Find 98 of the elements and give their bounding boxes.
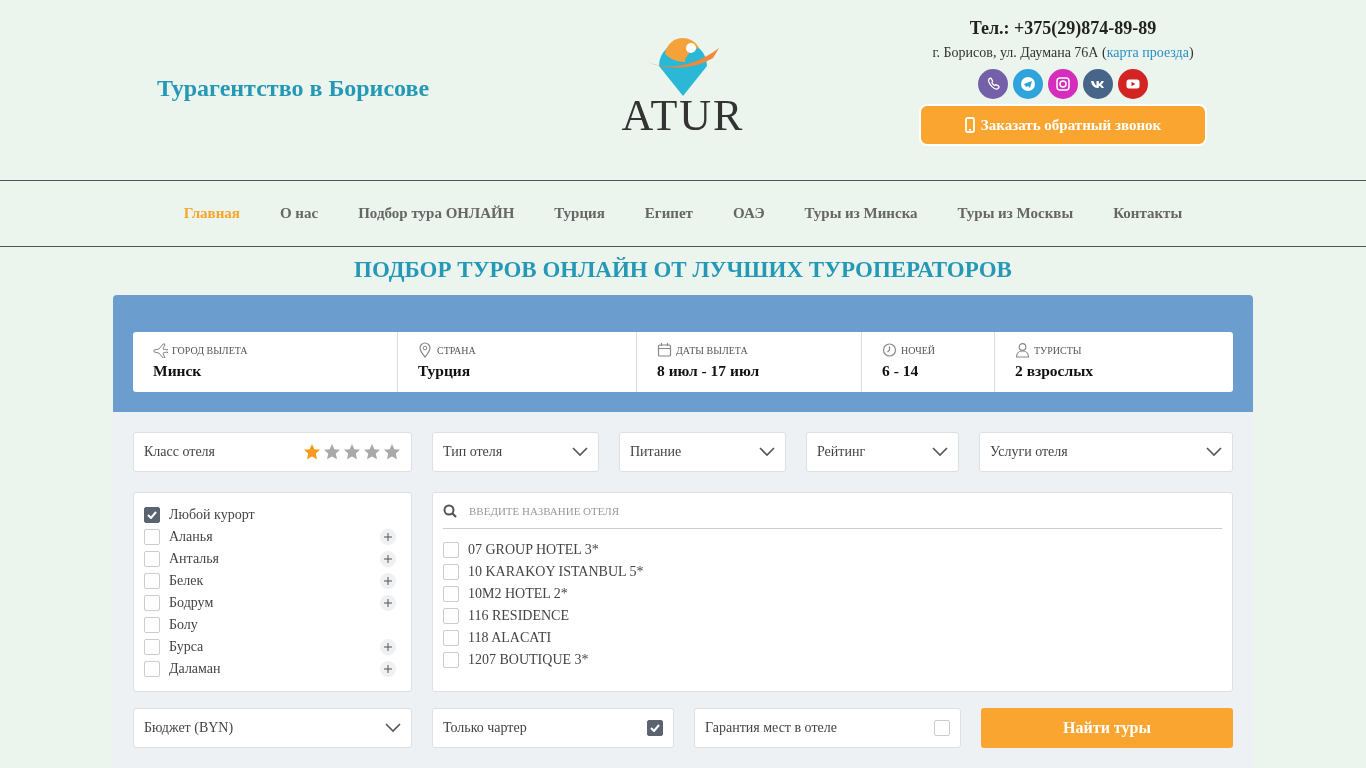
person-icon [1015,342,1030,358]
address-text: г. Борисов, ул. Даумана 76А (карта проезда) [932,45,1194,61]
search-field[interactable]: СТРАНА Турция [397,332,636,392]
map-pin-icon [418,342,433,358]
paper-plane-icon [1018,74,1038,94]
filter-label: Класс отеля [144,444,216,460]
dropdown[interactable]: Питание [619,432,786,472]
phone-number: Тел.: +375(29)874-89-89 [969,18,1157,39]
check-icon [650,724,660,732]
search-field[interactable]: ДАТЫ ВЫЛЕТА 8 июл - 17 июл [636,332,861,392]
resort-label: Аланья [169,529,214,545]
resort-label: Бурса [169,639,205,655]
star-icon[interactable] [343,443,361,461]
hotel-label: 1207 BOUTIQUE 3* [468,652,590,668]
search-field[interactable]: НОЧЕЙ 6 - 14 [861,332,994,392]
plus-icon [384,599,392,607]
clock-icon [882,342,897,358]
chevron-icon [1206,447,1222,457]
dropdown-label: Рейтинг [817,444,866,460]
star-icon[interactable] [383,443,401,461]
hotel-label: 118 ALACATI [468,630,553,646]
plane-icon [153,342,168,358]
check-icon [147,511,157,519]
hotel-label: 10 KARAKOY ISTANBUL 5* [468,564,645,580]
field-value: Турция [418,362,472,380]
nav-link[interactable]: Египет [644,205,693,222]
calendar-icon [657,342,672,358]
dropdown-label: Тип отеля [443,444,503,460]
plus-icon [384,555,392,563]
resort-label: Даламан [169,661,222,677]
social-button[interactable] [1118,69,1148,99]
expand-button[interactable] [380,639,396,655]
social-button[interactable] [978,69,1008,99]
expand-button[interactable] [380,595,396,611]
plus-icon [384,665,392,673]
dropdown[interactable]: Услуги отеля [979,432,1233,472]
dropdown-label: Услуги отеля [990,444,1068,460]
resort-label: Белек [169,573,205,589]
field-label: ДАТЫ ВЫЛЕТА [676,344,748,356]
nav-link[interactable]: Турция [554,205,605,222]
dropdown-label: Бюджет (BYN) [144,720,234,736]
option-label: Гарантия мест в отеле [705,720,837,736]
star-icon[interactable] [303,443,321,461]
expand-button[interactable] [380,551,396,567]
nav-link[interactable]: ОАЭ [733,205,765,222]
resort-label: Бодрум [169,595,215,611]
resort-label: Анталья [169,551,221,567]
field-label: ГОРОД ВЫЛЕТА [172,344,248,356]
chevron-icon [932,447,948,457]
field-value: Минск [153,362,203,380]
nav-link[interactable]: Туры из Москвы [957,205,1074,222]
chevron-icon [385,723,401,733]
star-icon[interactable] [363,443,381,461]
expand-button[interactable] [380,661,396,677]
dropdown[interactable]: Рейтинг [806,432,959,472]
field-label: ТУРИСТЫ [1034,344,1082,356]
plus-icon [384,533,392,541]
dropdown[interactable]: Тип отеля [432,432,599,472]
chevron-icon [759,447,775,457]
social-button[interactable] [1083,69,1113,99]
nav-link[interactable]: О нас [279,205,319,222]
mobile-phone-icon [964,117,975,133]
hotel-label: 116 RESIDENCE [468,608,570,624]
field-value: 8 июл - 17 июл [657,362,761,380]
camera-icon [1053,74,1073,94]
site-tagline: Турагентство в Борисове [156,75,431,101]
field-label: НОЧЕЙ [901,344,936,356]
field-value: 6 - 14 [882,362,920,380]
field-label: СТРАНА [437,344,476,356]
search-field[interactable]: ГОРОД ВЫЛЕТА Минск [133,332,397,392]
star-icon[interactable] [323,443,341,461]
social-button[interactable] [1013,69,1043,99]
hotel-class-filter[interactable]: Класс отеля [133,432,412,472]
chevron-icon [572,447,588,457]
field-value: 2 взрослых [1015,362,1095,380]
plus-icon [384,577,392,585]
resort-label: Болу [169,617,199,633]
checkbox-option[interactable]: Только чартер [432,708,674,748]
checkbox[interactable] [144,507,160,523]
option-label: Только чартер [443,720,527,736]
hotel-label: 10M2 HOTEL 2* [468,586,569,602]
social-button[interactable] [1048,69,1078,99]
expand-button[interactable] [380,529,396,545]
dropdown[interactable]: Бюджет (BYN) [133,708,412,748]
search-field[interactable]: ТУРИСТЫ 2 взрослых [994,332,1233,392]
dropdown-label: Питание [630,444,682,460]
hotel-label: 07 GROUP HOTEL 3* [468,542,600,558]
nav-link[interactable]: Туры из Минска [804,205,918,222]
nav-link[interactable]: Подбор тура ОНЛАЙН [358,205,515,222]
checkbox[interactable] [647,720,663,736]
logo-text: ATUR [621,96,745,136]
expand-button[interactable] [380,573,396,589]
resort-label: Любой курорт [169,507,256,523]
search-icon [443,504,457,518]
page-title: ПОДБОР ТУРОВ ОНЛАЙН ОТ ЛУЧШИХ ТУРОПЕРАТОРОВ [354,258,1012,282]
plus-icon [384,643,392,651]
nav-link[interactable]: Контакты [1113,205,1183,222]
checkbox-option[interactable]: Гарантия мест в отеле [694,708,961,748]
